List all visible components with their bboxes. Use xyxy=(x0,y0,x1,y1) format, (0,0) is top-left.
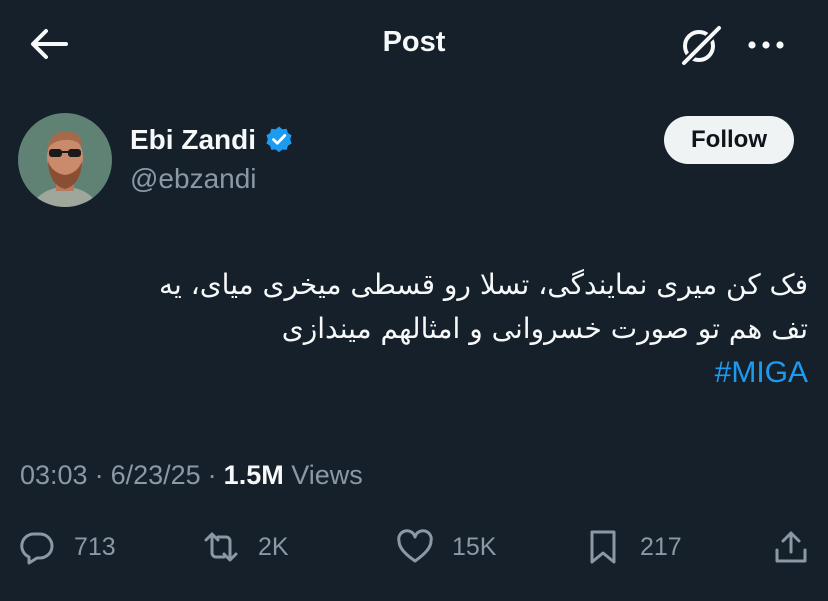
heart-icon xyxy=(397,529,433,563)
tweet-time[interactable]: 03:03 xyxy=(20,460,88,490)
more-horizontal-icon xyxy=(748,41,784,49)
avatar-image xyxy=(18,113,112,207)
views-label: Views xyxy=(291,460,363,490)
reply-icon xyxy=(20,532,54,565)
action-bar: 713 2K 15K 217 xyxy=(0,522,828,572)
reply-button[interactable]: 713 xyxy=(18,522,116,572)
bookmark-button[interactable]: 217 xyxy=(584,522,682,572)
like-button[interactable]: 15K xyxy=(396,522,496,572)
verified-badge-icon xyxy=(266,126,292,153)
like-count: 15K xyxy=(452,532,497,561)
tweet-text: فک کن میری نمایندگی، تسلا رو قسطی میخری … xyxy=(18,263,808,395)
tweet-line: فک کن میری نمایندگی، تسلا رو قسطی میخری … xyxy=(159,268,808,301)
more-options-button[interactable] xyxy=(746,30,786,60)
top-bar: Post xyxy=(0,0,828,92)
meta-separator: · xyxy=(94,460,104,490)
author-name-row: Ebi Zandi xyxy=(130,124,294,156)
grok-button[interactable] xyxy=(678,22,724,68)
tweet-meta: 03:03 · 6/23/25 · 1.5M Views xyxy=(20,460,363,491)
author-display-name[interactable]: Ebi Zandi xyxy=(130,124,256,156)
avatar[interactable] xyxy=(18,113,112,207)
reply-count: 713 xyxy=(74,532,116,561)
repost-count: 2K xyxy=(258,532,289,561)
grok-icon xyxy=(681,25,722,66)
share-button[interactable] xyxy=(772,522,810,572)
share-icon xyxy=(775,531,807,563)
bookmark-icon xyxy=(590,530,616,564)
repost-icon xyxy=(204,532,238,562)
follow-button[interactable]: Follow xyxy=(664,116,794,164)
bookmark-count: 217 xyxy=(640,532,682,561)
tweet-date[interactable]: 6/23/25 xyxy=(111,460,201,490)
hashtag-link[interactable]: #MIGA xyxy=(18,351,808,395)
author-handle[interactable]: @ebzandi xyxy=(130,163,257,195)
views-count[interactable]: 1.5M xyxy=(224,460,284,490)
repost-button[interactable]: 2K xyxy=(202,522,289,572)
meta-separator: · xyxy=(207,460,217,490)
tweet-line: تف هم تو صورت خسروانی و امثالهم میندازی xyxy=(281,312,808,345)
